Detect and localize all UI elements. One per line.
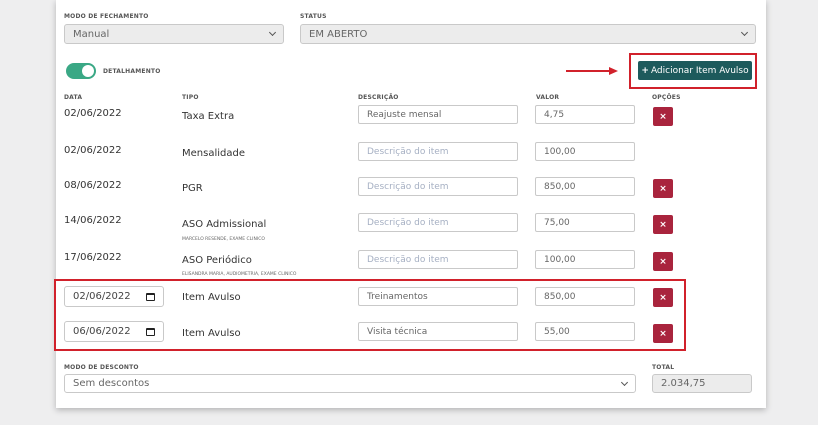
close-icon: ×	[659, 256, 667, 267]
add-avulso-button[interactable]: + Adicionar Item Avulso	[638, 61, 752, 80]
toggle-knob	[82, 65, 94, 77]
descricao-placeholder: Descrição do item	[367, 146, 449, 157]
delete-button[interactable]: ×	[653, 107, 673, 126]
total-label: TOTAL	[652, 364, 675, 371]
row-tipo: Item Avulso	[182, 292, 241, 303]
total-value: 2.034,75	[661, 378, 706, 389]
descricao-input[interactable]: Descrição do item	[358, 250, 518, 269]
close-icon: ×	[659, 111, 667, 122]
modo-desconto-value: Sem descontos	[73, 378, 150, 389]
delete-button[interactable]: ×	[653, 179, 673, 198]
valor-input[interactable]: 850,00	[535, 177, 635, 196]
row-tipo: PGR	[182, 183, 203, 194]
header-descricao: DESCRIÇÃO	[358, 94, 399, 101]
chevron-down-icon	[268, 28, 277, 37]
date-input[interactable]: 02/06/2022	[64, 286, 164, 307]
highlight-arrow	[566, 70, 612, 72]
modo-desconto-label: MODO DE DESCONTO	[64, 364, 139, 371]
header-tipo: TIPO	[182, 94, 199, 101]
delete-button[interactable]: ×	[653, 288, 673, 307]
detalhamento-toggle[interactable]	[66, 63, 96, 79]
close-icon: ×	[659, 219, 667, 230]
delete-button[interactable]: ×	[653, 215, 673, 234]
status-select[interactable]: EM ABERTO	[300, 24, 756, 44]
status-label: STATUS	[300, 13, 327, 20]
arrow-head-icon	[609, 67, 618, 75]
descricao-placeholder: Descrição do item	[367, 217, 449, 228]
descricao-input[interactable]: Descrição do item	[358, 177, 518, 196]
row-subtext: MARCELO RESENDE, EXAME CLINICO	[182, 237, 265, 242]
row-tipo: Mensalidade	[182, 148, 245, 159]
invoice-card: MODO DE FECHAMENTO Manual STATUS EM ABER…	[54, 0, 766, 408]
row-date: 08/06/2022	[64, 180, 122, 191]
valor-input[interactable]: 100,00	[535, 250, 635, 269]
descricao-input[interactable]: Visita técnica	[358, 322, 518, 341]
valor-input[interactable]: 4,75	[535, 105, 635, 124]
close-icon: ×	[659, 292, 667, 303]
descricao-input[interactable]: Treinamentos	[358, 287, 518, 306]
descricao-input[interactable]: Reajuste mensal	[358, 105, 518, 124]
descricao-input[interactable]: Descrição do item	[358, 142, 518, 161]
add-avulso-label: Adicionar Item Avulso	[650, 65, 749, 76]
date-value: 06/06/2022	[73, 326, 131, 337]
row-date: 02/06/2022	[64, 145, 122, 156]
descricao-input[interactable]: Descrição do item	[358, 213, 518, 232]
valor-input[interactable]: 55,00	[535, 322, 635, 341]
modo-fechamento-select[interactable]: Manual	[64, 24, 284, 44]
row-subtext: ELISANDRA MARIA, AUDIOMETRIA, EXAME CLIN…	[182, 272, 297, 277]
date-input[interactable]: 06/06/2022	[64, 321, 164, 342]
date-value: 02/06/2022	[73, 291, 131, 302]
detalhamento-label: DETALHAMENTO	[103, 68, 161, 75]
modo-fechamento-label: MODO DE FECHAMENTO	[64, 13, 149, 20]
header-opcoes: OPÇÕES	[652, 94, 681, 101]
delete-button[interactable]: ×	[653, 252, 673, 271]
valor-input[interactable]: 100,00	[535, 142, 635, 161]
modo-fechamento-value: Manual	[73, 28, 110, 40]
descricao-placeholder: Descrição do item	[367, 181, 449, 192]
close-icon: ×	[659, 328, 667, 339]
row-tipo: Taxa Extra	[182, 111, 235, 122]
row-tipo: Item Avulso	[182, 328, 241, 339]
delete-button[interactable]: ×	[653, 324, 673, 343]
row-tipo: ASO Periódico	[182, 255, 252, 266]
close-icon: ×	[659, 183, 667, 194]
header-data: DATA	[64, 94, 83, 101]
row-tipo: ASO Admissional	[182, 219, 267, 230]
chevron-down-icon	[620, 378, 629, 386]
plus-icon: +	[641, 65, 649, 76]
status-value: EM ABERTO	[309, 28, 368, 40]
row-date: 17/06/2022	[64, 252, 122, 263]
row-date: 14/06/2022	[64, 215, 122, 226]
chevron-down-icon	[740, 28, 749, 37]
calendar-icon[interactable]	[146, 327, 155, 336]
valor-input[interactable]: 75,00	[535, 213, 635, 232]
calendar-icon[interactable]	[146, 292, 155, 301]
total-field: 2.034,75	[652, 374, 752, 393]
valor-input[interactable]: 850,00	[535, 287, 635, 306]
header-valor: VALOR	[536, 94, 560, 101]
descricao-placeholder: Descrição do item	[367, 254, 449, 265]
row-date: 02/06/2022	[64, 108, 122, 119]
modo-desconto-select[interactable]: Sem descontos	[64, 374, 636, 393]
